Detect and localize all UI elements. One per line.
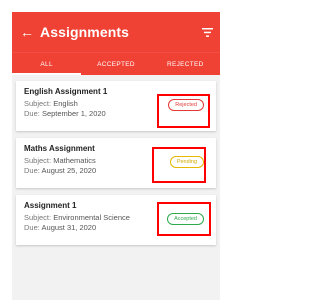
tab-rejected[interactable]: REJECTED: [151, 53, 220, 75]
due-value: September 1, 2020: [41, 108, 106, 118]
tab-all[interactable]: ALL: [12, 53, 82, 75]
subject-label: Subject:: [24, 99, 52, 108]
due-value: August 31, 2020: [41, 222, 97, 232]
subject-label: Subject:: [24, 156, 52, 165]
status-highlight-box: [157, 202, 211, 236]
due-value: August 25, 2020: [41, 165, 97, 175]
due-label: Due:: [24, 165, 40, 175]
tab-bar: ALL ACCEPTED REJECTED: [12, 52, 220, 75]
app-bar: ← Assignments: [12, 12, 220, 52]
status-highlight-box: [152, 147, 206, 183]
arrow-back-icon[interactable]: ←: [14, 24, 40, 40]
status-highlight-box: [157, 94, 210, 128]
page-title: Assignments: [40, 24, 130, 40]
subject-label: Subject:: [24, 213, 52, 222]
subject-value: Environmental Science: [53, 213, 130, 222]
tab-accepted[interactable]: ACCEPTED: [81, 53, 150, 75]
due-label: Due:: [24, 108, 40, 118]
subject-value: English: [53, 99, 78, 108]
filter-icon[interactable]: [194, 27, 220, 37]
subject-value: Mathematics: [53, 156, 96, 165]
due-label: Due:: [24, 222, 40, 232]
